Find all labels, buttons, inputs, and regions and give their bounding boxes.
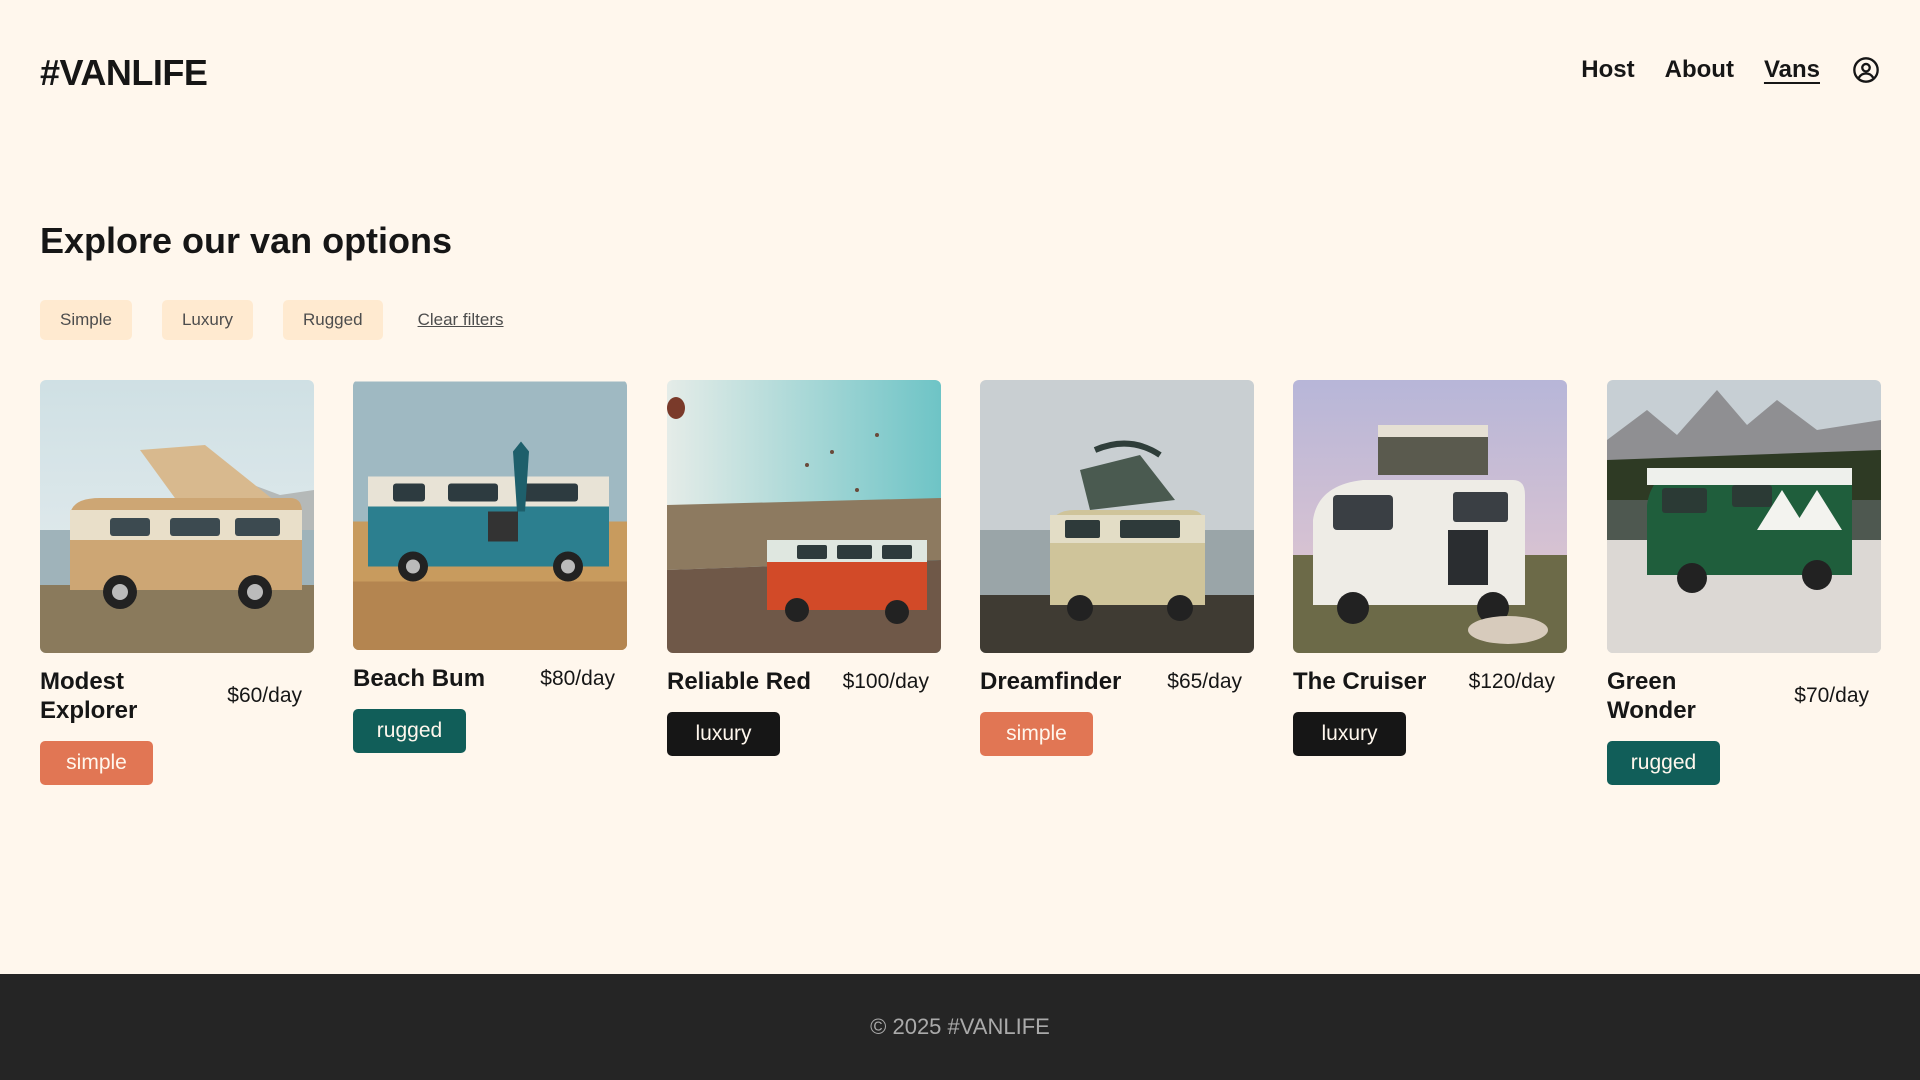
van-price: $70/day: [1794, 684, 1869, 707]
van-type-badge[interactable]: simple: [40, 741, 153, 785]
van-name: Modest Explorer: [40, 668, 138, 724]
van-name: Reliable Red: [667, 668, 812, 695]
filter-rugged-button[interactable]: Rugged: [283, 300, 383, 340]
site-logo[interactable]: #VANLIFE: [40, 52, 208, 94]
filter-luxury-button[interactable]: Luxury: [161, 300, 253, 340]
page-title: Explore our van options: [40, 220, 453, 261]
van-card[interactable]: The Cruiser $120/day luxury: [1293, 380, 1567, 756]
van-info: Modest Explorer $60/day: [40, 667, 314, 727]
main-nav: Host About Vans: [1581, 56, 1880, 84]
van-image: [1607, 380, 1881, 653]
van-photo: [1607, 380, 1881, 653]
van-name: The Cruiser: [1293, 668, 1427, 695]
van-price: $60/day: [227, 684, 302, 707]
van-price: $120/day: [1468, 670, 1555, 693]
clear-filters-link[interactable]: Clear filters: [418, 310, 504, 330]
van-type-badge[interactable]: rugged: [1607, 741, 1720, 785]
van-type-badge[interactable]: luxury: [1293, 712, 1406, 756]
van-card[interactable]: Green Wonder $70/day rugged: [1607, 380, 1881, 785]
van-type-badge[interactable]: luxury: [667, 712, 780, 756]
van-image: [667, 380, 941, 653]
site-footer: © 2025 #VANLIFE: [0, 974, 1920, 1080]
van-photo: [40, 380, 314, 653]
van-info: Green Wonder $70/day: [1607, 667, 1881, 727]
van-image: [1293, 380, 1567, 653]
footer-copyright: © 2025 #VANLIFE: [870, 1014, 1050, 1039]
user-circle-icon: [1853, 57, 1879, 83]
van-price: $65/day: [1167, 670, 1242, 693]
van-price: $80/day: [540, 667, 615, 690]
van-photo: [353, 380, 627, 650]
van-name: Beach Bum: [353, 665, 486, 692]
nav-link-host[interactable]: Host: [1581, 56, 1634, 84]
van-photo: [667, 380, 941, 653]
van-card[interactable]: Modest Explorer $60/day simple: [40, 380, 314, 785]
van-card[interactable]: Beach Bum $80/day rugged: [353, 380, 627, 753]
van-type-badge[interactable]: simple: [980, 712, 1093, 756]
van-image: [40, 380, 314, 653]
van-card[interactable]: Dreamfinder $65/day simple: [980, 380, 1254, 756]
van-image: [353, 381, 627, 650]
nav-link-about[interactable]: About: [1665, 56, 1734, 84]
van-name: Dreamfinder: [980, 668, 1122, 695]
van-name: Green Wonder: [1607, 668, 1696, 724]
filter-simple-button[interactable]: Simple: [40, 300, 132, 340]
van-type-badge[interactable]: rugged: [353, 709, 466, 753]
nav-link-vans[interactable]: Vans: [1764, 56, 1820, 84]
van-price: $100/day: [842, 670, 929, 693]
van-card[interactable]: Reliable Red $100/day luxury: [667, 380, 941, 756]
van-image: [980, 380, 1254, 653]
site-header: #VANLIFE Host About Vans: [0, 0, 1920, 150]
login-button[interactable]: [1850, 56, 1880, 84]
filter-bar: Simple Luxury Rugged Clear filters: [40, 300, 504, 340]
van-photo: [1293, 380, 1567, 653]
van-photo: [980, 380, 1254, 653]
